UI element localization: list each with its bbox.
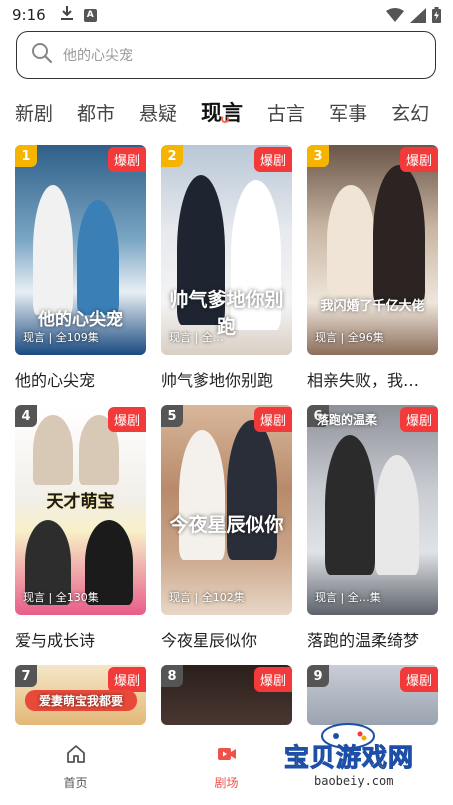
hot-badge: 爆剧 xyxy=(253,667,292,692)
watermark-text: 宝贝游戏网 xyxy=(283,743,415,773)
drama-card[interactable]: 2 爆剧 帅气爹地你别跑 现言 | 全… 帅气爹地你别跑 xyxy=(161,145,292,391)
search-input[interactable]: 他的心尖宠 xyxy=(16,31,436,79)
card-title: 落跑的温柔绮梦 xyxy=(307,631,420,650)
hot-badge: 爆剧 xyxy=(253,407,292,432)
watermark: 宝贝游戏网 baobeiy.com xyxy=(278,723,428,798)
poster-title: 落跑的温柔 xyxy=(317,413,378,427)
rank-badge: 9 xyxy=(307,665,329,687)
rank-badge: 1 xyxy=(15,145,37,167)
download-icon xyxy=(60,5,74,25)
rank-badge: 3 xyxy=(307,145,329,167)
poster-caption: 现言 | 全130集 xyxy=(23,591,99,604)
drama-card[interactable]: 9 爆剧 xyxy=(307,665,438,725)
tab-label: 新剧 xyxy=(15,102,54,125)
hot-badge: 爆剧 xyxy=(399,147,438,172)
poster-caption: 现言 | 全109集 xyxy=(23,331,99,344)
status-right-icons xyxy=(386,7,441,27)
poster-title: 我闪婚了千亿大佬 xyxy=(320,299,425,314)
nav-label: 剧场 xyxy=(214,776,239,790)
drama-card[interactable]: 1 爆剧 他的心尖宠 现言 | 全109集 他的心尖宠 xyxy=(15,145,146,391)
tab-label: 古言 xyxy=(267,102,306,125)
tab-junshi[interactable]: 军事 xyxy=(329,99,367,126)
poster: 7 爆剧 爱妻萌宝我都要 xyxy=(15,665,146,725)
poster: 3 爆剧 我闪婚了千亿大佬 现言 | 全96集 xyxy=(307,145,438,355)
card-title: 帅气爹地你别跑 xyxy=(161,371,274,390)
signal-icon xyxy=(410,7,426,27)
rank-badge: 2 xyxy=(161,145,183,167)
tab-label: 玄幻 xyxy=(391,102,430,125)
drama-card[interactable]: 8 爆剧 xyxy=(161,665,292,725)
poster: 4 爆剧 天才萌宝 现言 | 全130集 xyxy=(15,405,146,615)
tab-xianyan[interactable]: 现言 xyxy=(201,97,243,127)
nav-home[interactable]: 首页 xyxy=(0,725,151,805)
poster: 5 爆剧 今夜星辰似你 现言 | 全102集 xyxy=(161,405,292,615)
battery-icon xyxy=(432,7,441,27)
tab-label: 都市 xyxy=(77,102,116,125)
rank-badge: 7 xyxy=(15,665,37,687)
tab-label: 军事 xyxy=(329,102,368,125)
hot-badge: 爆剧 xyxy=(399,667,438,692)
hot-badge: 爆剧 xyxy=(107,407,146,432)
rank-badge: 5 xyxy=(161,405,183,427)
poster-title: 天才萌宝 xyxy=(46,492,115,512)
poster-caption: 现言 | 全…集 xyxy=(315,591,381,604)
drama-card[interactable]: 7 爆剧 爱妻萌宝我都要 xyxy=(15,665,146,725)
home-icon xyxy=(65,743,87,769)
drama-card[interactable]: 6 爆剧 落跑的温柔 现言 | 全…集 落跑的温柔绮梦 xyxy=(307,405,438,651)
hot-badge: 爆剧 xyxy=(107,667,146,692)
a-icon: A xyxy=(83,8,97,22)
nav-label: 首页 xyxy=(63,776,88,790)
poster: 6 爆剧 落跑的温柔 现言 | 全…集 xyxy=(307,405,438,615)
poster: 2 爆剧 帅气爹地你别跑 现言 | 全… xyxy=(161,145,292,355)
drama-card[interactable]: 5 爆剧 今夜星辰似你 现言 | 全102集 今夜星辰似你 xyxy=(161,405,292,651)
wifi-icon xyxy=(386,7,404,27)
poster-title: 今夜星辰似你 xyxy=(169,514,284,536)
tab-xuanhuan[interactable]: 玄幻 xyxy=(391,99,429,126)
card-title: 相亲失败，我… xyxy=(307,371,420,390)
tab-xinju[interactable]: 新剧 xyxy=(15,99,53,126)
card-title: 爱与成长诗 xyxy=(15,631,96,650)
poster: 9 爆剧 xyxy=(307,665,438,725)
poster-title: 他的心尖宠 xyxy=(38,310,123,330)
poster-caption: 现言 | 全102集 xyxy=(169,591,245,604)
tab-xuanyi[interactable]: 悬疑 xyxy=(139,99,177,126)
poster-caption: 现言 | 全… xyxy=(169,331,224,344)
poster-title: 爱妻萌宝我都要 xyxy=(25,690,137,711)
poster: 8 爆剧 xyxy=(161,665,292,725)
card-title: 他的心尖宠 xyxy=(15,371,96,390)
category-tabs: 新剧 都市 悬疑 现言 古言 军事 玄幻 xyxy=(0,92,453,132)
theater-icon xyxy=(216,743,238,769)
drama-card[interactable]: 4 爆剧 天才萌宝 现言 | 全130集 爱与成长诗 xyxy=(15,405,146,651)
rank-badge: 4 xyxy=(15,405,37,427)
search-placeholder: 他的心尖宠 xyxy=(63,48,133,64)
watermark-url: baobeiy.com xyxy=(314,774,394,788)
hot-badge: 爆剧 xyxy=(107,147,146,172)
rank-badge: 8 xyxy=(161,665,183,687)
hot-badge: 爆剧 xyxy=(253,147,292,172)
drama-card[interactable]: 3 爆剧 我闪婚了千亿大佬 现言 | 全96集 相亲失败，我… xyxy=(307,145,438,391)
poster-art xyxy=(307,405,438,615)
card-title: 今夜星辰似你 xyxy=(161,631,258,650)
status-time: 9:16 xyxy=(12,6,46,24)
search-icon xyxy=(31,42,53,68)
tab-dushi[interactable]: 都市 xyxy=(77,99,115,126)
poster-caption: 现言 | 全96集 xyxy=(315,331,384,344)
status-bar: 9:16 A xyxy=(0,0,453,30)
active-tab-indicator xyxy=(221,115,230,123)
poster-art xyxy=(307,145,438,355)
tab-guyan[interactable]: 古言 xyxy=(267,99,305,126)
tab-label: 悬疑 xyxy=(139,102,178,125)
poster: 1 爆剧 他的心尖宠 现言 | 全109集 xyxy=(15,145,146,355)
